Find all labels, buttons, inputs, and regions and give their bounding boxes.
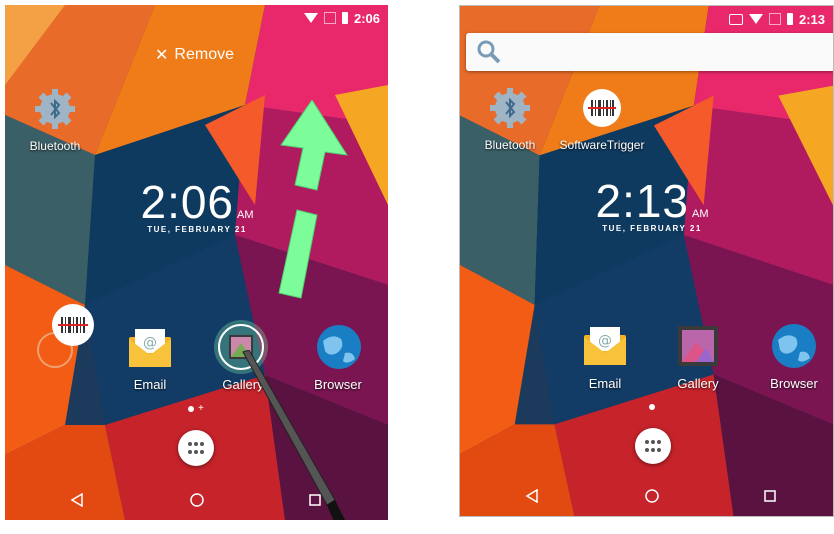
svg-text:@: @ bbox=[598, 333, 612, 349]
app-drawer-dots-icon bbox=[645, 440, 661, 452]
barcode-icon bbox=[52, 304, 94, 346]
clock-time: 2:13 bbox=[595, 175, 690, 227]
status-time: 2:06 bbox=[353, 10, 380, 26]
search-icon bbox=[477, 40, 501, 64]
back-triangle-icon bbox=[70, 493, 83, 507]
back-button[interactable] bbox=[522, 486, 542, 506]
recents-button[interactable] bbox=[760, 486, 780, 506]
clock-time: 2:06 bbox=[140, 176, 235, 228]
back-button[interactable] bbox=[67, 490, 87, 510]
clock-ampm: AM bbox=[692, 208, 709, 220]
no-signal-icon bbox=[323, 12, 336, 24]
recents-square-icon bbox=[764, 490, 776, 502]
app-drawer-button[interactable] bbox=[635, 428, 671, 464]
clock-ampm: AM bbox=[237, 209, 254, 221]
remove-drop-target[interactable]: ✕ Remove bbox=[155, 45, 234, 65]
close-icon: ✕ bbox=[155, 47, 169, 64]
status-bar: 2:13 bbox=[728, 6, 833, 32]
clock-widget: 2:13 AM TUE, FEBRUARY 21 bbox=[595, 174, 708, 233]
status-bar: 2:06 bbox=[303, 5, 388, 31]
email-envelope-icon: @ bbox=[129, 329, 171, 367]
email-app[interactable]: @ bbox=[582, 323, 628, 369]
email-envelope-icon: @ bbox=[584, 327, 626, 365]
no-signal-icon bbox=[768, 13, 781, 25]
software-trigger-app[interactable] bbox=[582, 88, 622, 128]
right-phone-screen: 2:13 Bluetooth SoftwareTrigger 2:13 AM TU… bbox=[459, 5, 834, 517]
gallery-icon bbox=[678, 326, 718, 366]
status-time: 2:13 bbox=[798, 11, 825, 27]
bluetooth-label: Bluetooth bbox=[484, 138, 536, 152]
clock-date: TUE, FEBRUARY 21 bbox=[602, 224, 702, 233]
battery-icon bbox=[341, 12, 348, 24]
home-circle-icon bbox=[190, 493, 204, 507]
barcode-icon bbox=[583, 89, 621, 127]
wifi-icon bbox=[303, 13, 318, 23]
battery-icon bbox=[786, 13, 793, 25]
home-button[interactable] bbox=[642, 486, 662, 506]
bluetooth-gear-icon bbox=[490, 88, 530, 128]
add-page-indicator: + bbox=[198, 403, 204, 414]
email-label: Email bbox=[133, 377, 167, 392]
back-triangle-icon bbox=[525, 489, 538, 503]
app-drawer-dots-icon bbox=[188, 442, 204, 454]
gallery-label: Gallery bbox=[677, 376, 719, 391]
left-phone-screen: 2:06 ✕ Remove Bluetooth 2:06 AM TUE, FEBR… bbox=[5, 5, 388, 520]
svg-text:@: @ bbox=[143, 335, 157, 351]
browser-label: Browser bbox=[770, 376, 818, 391]
navigation-bar bbox=[460, 476, 833, 516]
home-circle-icon bbox=[645, 489, 659, 503]
app-drawer-button[interactable] bbox=[178, 430, 214, 466]
home-button[interactable] bbox=[187, 490, 207, 510]
email-app[interactable]: @ bbox=[127, 325, 173, 371]
wifi-icon bbox=[748, 14, 763, 24]
drag-direction-arrow bbox=[278, 100, 349, 299]
page-indicator: + bbox=[188, 403, 204, 414]
software-trigger-label: SoftwareTrigger bbox=[559, 138, 645, 152]
globe-icon bbox=[772, 324, 816, 368]
cast-icon bbox=[728, 13, 743, 25]
bluetooth-app[interactable] bbox=[488, 86, 532, 130]
page-dot-current bbox=[649, 404, 655, 410]
clock-widget: 2:06 AM TUE, FEBRUARY 21 bbox=[140, 175, 253, 234]
page-indicator bbox=[649, 404, 655, 410]
page-dot-current bbox=[188, 405, 194, 412]
remove-label: Remove bbox=[174, 46, 234, 63]
stylus-pen bbox=[242, 350, 345, 520]
clock-date: TUE, FEBRUARY 21 bbox=[147, 225, 247, 234]
browser-app[interactable] bbox=[770, 322, 818, 370]
google-search-bar[interactable] bbox=[466, 33, 833, 71]
bluetooth-app[interactable] bbox=[33, 87, 77, 131]
gallery-app[interactable] bbox=[676, 324, 720, 368]
software-trigger-dragged-icon[interactable] bbox=[51, 303, 95, 347]
bluetooth-label: Bluetooth bbox=[29, 139, 81, 153]
email-label: Email bbox=[588, 376, 622, 391]
bluetooth-gear-icon bbox=[35, 89, 75, 129]
